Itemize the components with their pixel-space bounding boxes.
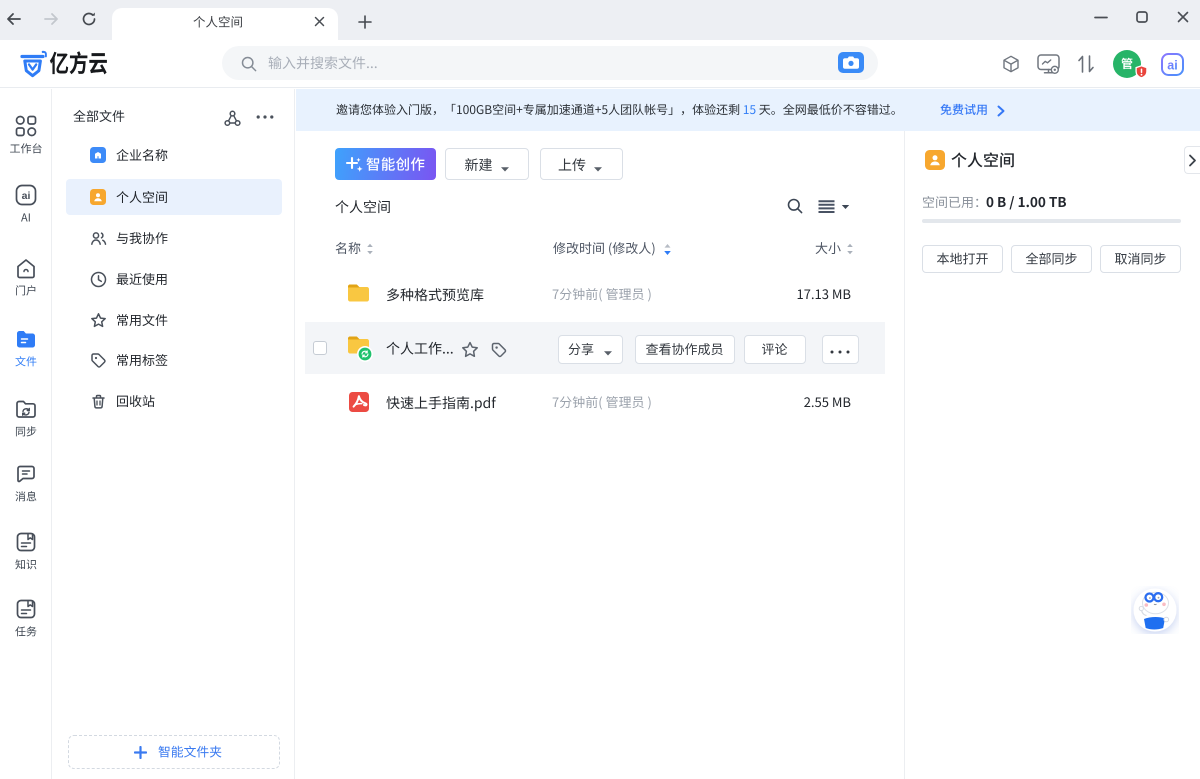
svg-text:ai: ai [1167, 59, 1177, 73]
svg-text:ai: ai [22, 190, 31, 202]
